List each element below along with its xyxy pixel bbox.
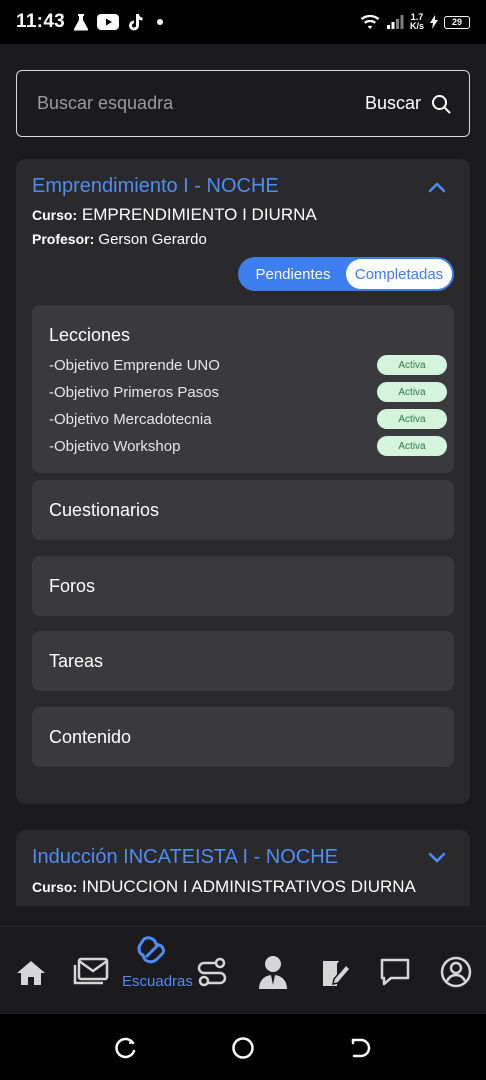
section-contenido[interactable]: Contenido: [32, 707, 454, 767]
nav-active-label: Escuadras: [122, 973, 193, 990]
search-button-label: Buscar: [364, 93, 421, 113]
lesson-item[interactable]: -Objetivo Emprende UNO Activa: [49, 354, 447, 376]
net-speed: 1.7 K/s: [410, 13, 424, 31]
chevron-up-icon[interactable]: [428, 181, 446, 193]
lesson-name: -Objetivo Primeros Pasos: [49, 383, 220, 401]
search-icon: [432, 94, 451, 113]
home-icon[interactable]: [16, 959, 46, 987]
bottom-navigation: Escuadras: [0, 926, 486, 1014]
wifi-icon: [360, 14, 380, 29]
course-card: Inducción INCATEISTA I - NOCHE Curso: IN…: [16, 830, 470, 906]
more-notifications-dot: [157, 19, 164, 25]
lesson-status-toggle: Pendientes Completadas: [238, 257, 454, 291]
section-foros[interactable]: Foros: [32, 556, 454, 616]
curso-value: EMPRENDIMIENTO I DIURNA: [81, 205, 317, 224]
charging-icon: [430, 15, 438, 29]
profesor-label: Profesor:: [32, 231, 95, 247]
teacher-icon[interactable]: [257, 955, 289, 989]
lesson-item[interactable]: -Objetivo Workshop Activa: [49, 435, 447, 457]
search-button[interactable]: Buscar: [365, 93, 451, 114]
section-cuestionarios[interactable]: Cuestionarios: [32, 480, 454, 540]
lesson-item[interactable]: -Objetivo Primeros Pasos Activa: [49, 381, 447, 403]
lesson-item[interactable]: -Objetivo Mercadotecnia Activa: [49, 408, 447, 430]
back-icon[interactable]: [350, 1037, 372, 1059]
status-badge: Activa: [377, 436, 447, 456]
lesson-name: -Objetivo Workshop: [49, 437, 181, 455]
signal-icon: [386, 15, 404, 29]
section-label: Cuestionarios: [49, 499, 160, 520]
section-tareas[interactable]: Tareas: [32, 631, 454, 691]
net-speed-unit: K/s: [409, 21, 424, 31]
status-notification-icons: [73, 13, 164, 31]
curso-label: Curso:: [32, 207, 78, 223]
search-bar: Buscar: [16, 70, 470, 137]
tiktok-icon: [129, 14, 143, 31]
home-button-icon[interactable]: [231, 1036, 255, 1060]
status-badge: Activa: [377, 409, 447, 429]
chat-icon[interactable]: [379, 957, 411, 987]
status-time: 11:43: [16, 11, 66, 32]
course-card: Emprendimiento I - NOCHE Curso: EMPRENDI…: [16, 159, 470, 804]
section-label: Tareas: [49, 650, 104, 671]
recent-apps-icon[interactable]: [113, 1037, 137, 1059]
assignment-icon[interactable]: [320, 957, 352, 989]
system-navigation-bar: [0, 1014, 486, 1080]
battery-indicator: 29: [444, 15, 470, 29]
status-system-icons: 1.7 K/s 29: [360, 13, 470, 31]
course-title[interactable]: Inducción INCATEISTA I - NOCHE: [32, 846, 338, 869]
lesson-name: -Objetivo Emprende UNO: [49, 356, 220, 374]
chevron-down-icon[interactable]: [428, 852, 446, 864]
section-label: Contenido: [49, 726, 132, 747]
lesson-name: -Objetivo Mercadotecnia: [49, 410, 212, 428]
course-title[interactable]: Emprendimiento I - NOCHE: [32, 175, 279, 198]
search-input[interactable]: [37, 93, 365, 114]
toggle-pendientes[interactable]: Pendientes: [240, 259, 346, 289]
lessons-panel: Lecciones -Objetivo Emprende UNO Activa …: [32, 305, 454, 473]
curso-value: INDUCCION I ADMINISTRATIVOS DIURNA: [81, 877, 416, 896]
profile-icon[interactable]: [440, 956, 472, 988]
flask-icon: [73, 14, 89, 31]
toggle-completadas[interactable]: Completadas: [346, 259, 452, 289]
lessons-title: Lecciones: [49, 325, 131, 345]
status-badge: Activa: [377, 355, 447, 375]
squads-icon[interactable]: [136, 935, 168, 967]
mail-icon[interactable]: [73, 957, 109, 987]
status-bar: 11:43 1.7 K/s 29: [0, 0, 486, 44]
status-badge: Activa: [377, 382, 447, 402]
routes-icon[interactable]: [196, 957, 228, 987]
course-curso-line: Curso: EMPRENDIMIENTO I DIURNA: [32, 205, 317, 225]
youtube-icon: [97, 14, 120, 30]
section-label: Foros: [49, 575, 96, 596]
course-profesor-line: Profesor: Gerson Gerardo: [32, 231, 207, 248]
course-list[interactable]: Emprendimiento I - NOCHE Curso: EMPRENDI…: [0, 150, 486, 906]
profesor-value: Gerson Gerardo: [98, 231, 207, 248]
course-curso-line: Curso: INDUCCION I ADMINISTRATIVOS DIURN…: [32, 876, 432, 898]
curso-label: Curso:: [32, 879, 78, 895]
